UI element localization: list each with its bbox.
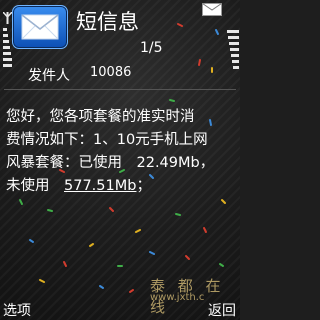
message-text: ；: [136, 178, 151, 194]
message-line: 您好，您各项套餐的准实时消: [6, 109, 195, 125]
signal-indicator: [3, 12, 12, 70]
sender-number: 10086: [90, 65, 132, 80]
watermark-url: www.jxth.c: [150, 292, 205, 303]
page-counter: 1/5: [140, 40, 163, 56]
back-softkey[interactable]: 返回: [208, 300, 236, 320]
message-line: 风暴套餐：已使用 22.49Mb，: [6, 155, 215, 171]
envelope-status-icon: [202, 3, 222, 16]
message-text: 未使用: [6, 178, 64, 194]
header-divider: [4, 89, 236, 90]
envelope-icon: [21, 14, 59, 40]
message-line: 费情况如下：1、10元手机上网: [6, 132, 208, 148]
app-title: 短信息: [76, 10, 139, 34]
message-line-last: 未使用 577.51Mb；: [6, 175, 240, 198]
options-softkey[interactable]: 选项: [3, 300, 31, 320]
sms-viewer-screen: 短信息 1/5 发件人 10086 您好，您各项套餐的准实时消 费情况如下：1、…: [0, 0, 240, 320]
battery-indicator: [227, 30, 239, 74]
message-body: 您好，您各项套餐的准实时消 费情况如下：1、10元手机上网 风暴套餐：已使用 2…: [6, 106, 240, 198]
highlighted-number-link[interactable]: 577.51Mb: [64, 178, 136, 194]
status-bar: 短信息 1/5 发件人 10086: [0, 0, 240, 84]
sender-label: 发件人: [28, 68, 70, 84]
message-app-icon: [12, 5, 68, 49]
